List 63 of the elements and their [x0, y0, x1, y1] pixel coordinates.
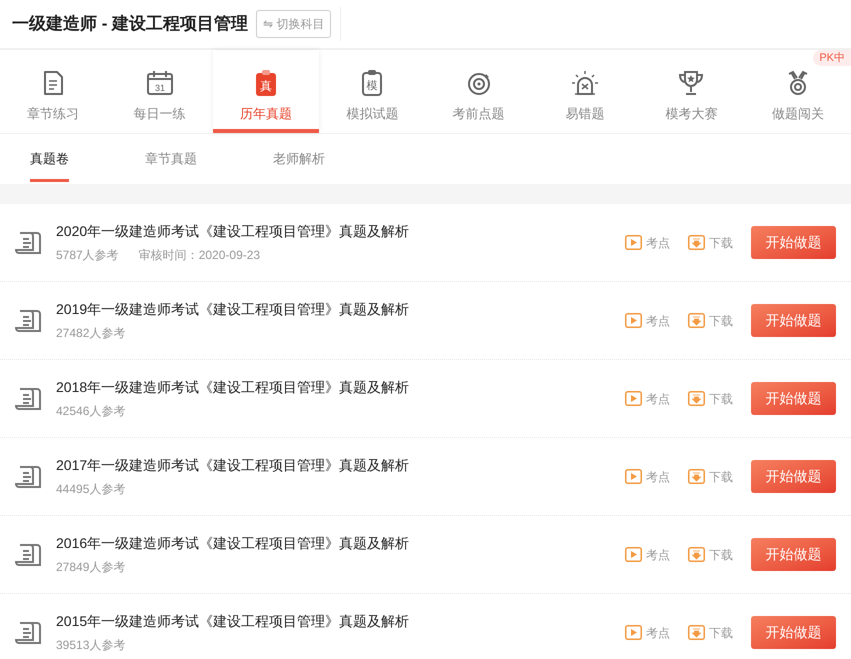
sub-tab[interactable]: 老师解析	[273, 134, 325, 182]
nav-tab[interactable]: 31 每日一练	[106, 50, 213, 133]
scroll-icon	[15, 308, 43, 334]
start-button[interactable]: 开始做题	[751, 382, 836, 415]
play-icon	[625, 235, 642, 250]
download-icon	[688, 469, 705, 484]
participant-count: 39513人参考	[56, 637, 126, 654]
nav-tab[interactable]: 易错题	[532, 50, 638, 133]
download-icon	[688, 625, 705, 640]
download-link[interactable]: 下载	[688, 234, 733, 252]
paper-title[interactable]: 2019年一级建造师考试《建设工程项目管理》真题及解析	[56, 299, 410, 320]
paper-title[interactable]: 2018年一级建造师考试《建设工程项目管理》真题及解析	[56, 377, 410, 398]
play-icon	[625, 469, 642, 484]
participant-count: 27849人参考	[56, 559, 126, 576]
play-icon	[625, 547, 642, 562]
key-points-link[interactable]: 考点	[625, 624, 670, 642]
download-link[interactable]: 下载	[688, 624, 733, 642]
participant-count: 42546人参考	[56, 403, 126, 420]
nav-tab[interactable]: 模 模拟试题	[319, 50, 426, 133]
alarm-icon	[570, 68, 600, 98]
download-icon	[688, 391, 705, 406]
paper-title[interactable]: 2015年一级建造师考试《建设工程项目管理》真题及解析	[56, 611, 410, 632]
participant-count: 27482人参考	[56, 325, 126, 342]
pk-badge: PK中	[813, 50, 851, 66]
paper-title[interactable]: 2020年一级建造师考试《建设工程项目管理》真题及解析	[56, 221, 410, 242]
switch-subject-button[interactable]: ⇋ 切换科目	[256, 10, 332, 38]
key-points-link[interactable]: 考点	[625, 390, 670, 408]
play-icon	[625, 625, 642, 640]
key-points-link[interactable]: 考点	[625, 468, 670, 486]
start-button[interactable]: 开始做题	[751, 304, 836, 337]
scroll-icon	[15, 620, 43, 646]
paper-title[interactable]: 2017年一级建造师考试《建设工程项目管理》真题及解析	[56, 455, 410, 476]
review-date: 审核时间：2020-09-23	[138, 247, 260, 264]
key-points-link[interactable]: 考点	[625, 546, 670, 564]
nav-tab[interactable]: 真 历年真题	[212, 50, 320, 133]
play-icon	[625, 391, 642, 406]
scroll-icon	[15, 464, 43, 490]
key-points-link[interactable]: 考点	[625, 234, 670, 252]
scroll-icon	[15, 386, 43, 412]
download-icon	[688, 235, 705, 250]
start-button[interactable]: 开始做题	[751, 538, 836, 571]
nav-tab[interactable]: 考前点题	[426, 50, 532, 133]
download-link[interactable]: 下载	[688, 468, 733, 486]
nav-tab[interactable]: 章节练习	[0, 50, 106, 133]
participant-count: 5787人参考	[56, 247, 119, 264]
download-icon	[688, 547, 705, 562]
download-link[interactable]: 下载	[688, 546, 733, 564]
download-link[interactable]: 下载	[688, 390, 733, 408]
scroll-icon	[15, 542, 43, 568]
nav-tab[interactable]: PK中 做题闯关	[744, 50, 851, 133]
download-icon	[688, 313, 705, 328]
start-button[interactable]: 开始做题	[751, 460, 836, 493]
download-link[interactable]: 下载	[688, 312, 733, 330]
participant-count: 44495人参考	[56, 481, 126, 498]
page-title: 一级建造师 - 建设工程项目管理	[12, 13, 248, 36]
scroll-icon	[15, 230, 43, 256]
paper-title[interactable]: 2016年一级建造师考试《建设工程项目管理》真题及解析	[56, 533, 410, 554]
nav-tab[interactable]: 模考大赛	[638, 50, 745, 133]
start-button[interactable]: 开始做题	[751, 616, 836, 649]
start-button[interactable]: 开始做题	[751, 226, 836, 259]
sub-tab[interactable]: 章节真题	[145, 134, 197, 182]
play-icon	[625, 313, 642, 328]
key-points-link[interactable]: 考点	[625, 312, 670, 330]
